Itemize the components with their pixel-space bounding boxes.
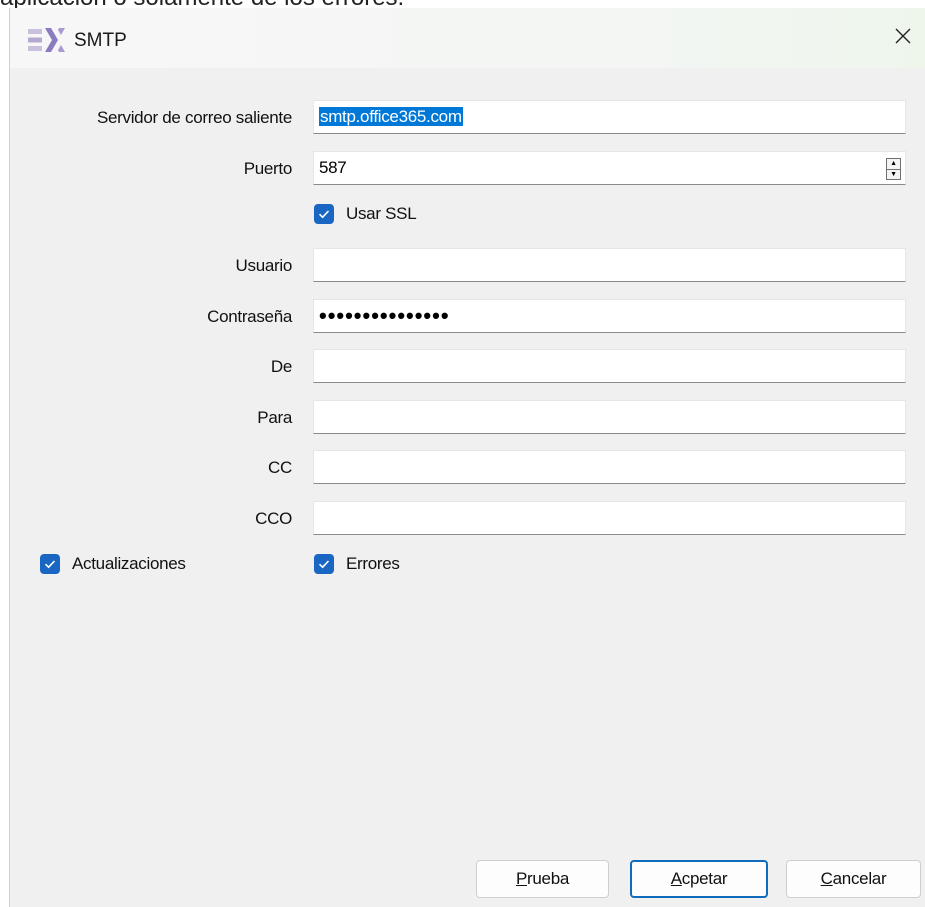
spin-up-icon[interactable]: ▲	[887, 159, 900, 170]
cancel-accel: C	[820, 869, 833, 888]
ssl-checkbox[interactable]: Usar SSL	[314, 204, 417, 224]
user-label: Usuario	[235, 256, 293, 275]
cc-label-wrap: CC	[10, 458, 292, 480]
updates-label: Actualizaciones	[72, 554, 186, 573]
bcc-label-wrap: CCO	[10, 509, 292, 531]
server-value: smtp.office365.com	[319, 107, 463, 126]
cancel-button[interactable]: Cancelar	[786, 860, 921, 898]
bcc-label: CCO	[255, 509, 292, 528]
server-input[interactable]: smtp.office365.com	[313, 100, 906, 134]
from-input[interactable]	[313, 349, 906, 383]
user-input[interactable]	[313, 248, 906, 282]
user-label-wrap: Usuario	[10, 256, 293, 278]
cc-input[interactable]	[313, 450, 906, 484]
test-rest: rueba	[527, 869, 570, 888]
port-label: Puerto	[243, 159, 293, 178]
accept-button[interactable]: Acpetar	[630, 860, 768, 898]
accept-accel: A	[670, 869, 682, 888]
close-icon	[894, 27, 912, 50]
spin-down-icon[interactable]: ▼	[887, 170, 900, 180]
ssl-label: Usar SSL	[346, 204, 417, 223]
port-label-wrap: Puerto	[10, 159, 293, 181]
port-value: 587	[319, 158, 347, 177]
password-value: •••••••••••••••	[319, 303, 450, 328]
checkbox-checked-icon	[40, 554, 60, 574]
errors-label: Errores	[346, 554, 400, 573]
updates-checkbox[interactable]: Actualizaciones	[40, 554, 186, 574]
cc-label: CC	[268, 458, 292, 477]
checkbox-checked-icon	[314, 554, 334, 574]
test-accel: P	[515, 869, 528, 888]
password-label: Contraseña	[207, 307, 292, 326]
port-spinner[interactable]: ▲ ▼	[886, 158, 901, 180]
port-stepper[interactable]: 587 ▲ ▼	[313, 151, 906, 185]
from-label-wrap: De	[10, 357, 292, 379]
to-input[interactable]	[313, 400, 906, 434]
bcc-input[interactable]	[313, 501, 906, 535]
server-label: Servidor de correo saliente	[96, 108, 292, 127]
cancel-rest: ancelar	[832, 869, 887, 888]
to-label: Para	[257, 408, 292, 427]
app-logo-icon	[28, 26, 66, 54]
checkbox-checked-icon	[314, 204, 334, 224]
from-label: De	[270, 357, 292, 376]
window-title: SMTP	[74, 30, 127, 51]
to-label-wrap: Para	[10, 408, 292, 430]
server-label-wrap: Servidor de correo saliente	[10, 108, 292, 130]
title-bar[interactable]: SMTP	[10, 8, 925, 68]
password-input[interactable]: •••••••••••••••	[313, 299, 906, 333]
accept-rest: cpetar	[681, 869, 728, 888]
smtp-dialog: SMTP Servidor de correo saliente smtp.of…	[9, 8, 925, 907]
close-button[interactable]	[880, 8, 925, 68]
errors-checkbox[interactable]: Errores	[314, 554, 400, 574]
password-label-wrap: Contraseña	[10, 307, 292, 329]
test-button[interactable]: Prueba	[476, 860, 609, 898]
